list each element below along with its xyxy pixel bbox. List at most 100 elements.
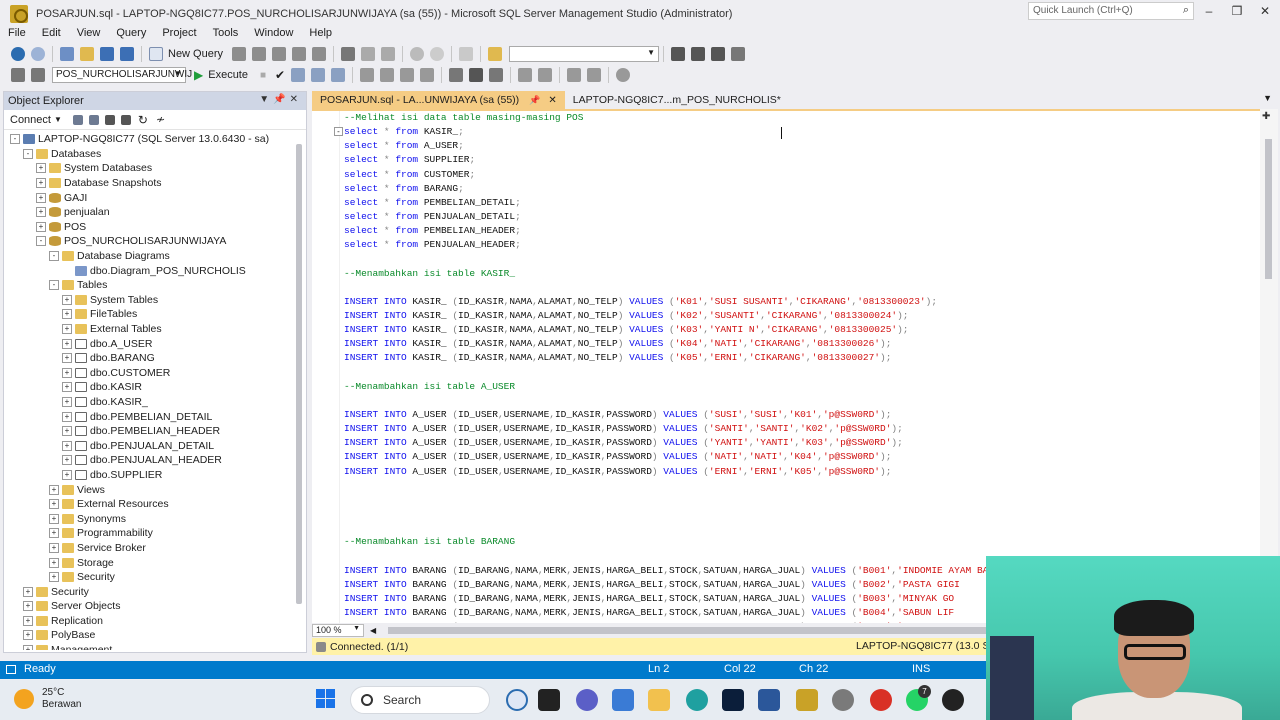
- code-line[interactable]: INSERT INTO A_USER (ID_USER,USERNAME,ID_…: [344, 436, 1199, 450]
- expand-icon[interactable]: +: [36, 192, 46, 203]
- expand-icon[interactable]: +: [62, 396, 72, 407]
- tree-node[interactable]: + Security: [4, 584, 306, 599]
- code-line[interactable]: select * from KASIR_;: [344, 125, 1199, 139]
- stop-square-icon[interactable]: [104, 114, 115, 125]
- undo-icon[interactable]: [410, 47, 425, 61]
- tree-node[interactable]: + dbo.PENJUALAN_HEADER: [4, 453, 306, 468]
- code-line[interactable]: INSERT INTO A_USER (ID_USER,USERNAME,ID_…: [344, 408, 1199, 422]
- expand-icon[interactable]: +: [62, 455, 72, 466]
- connect-dropdown[interactable]: Connect: [10, 114, 51, 126]
- tree-node[interactable]: + External Resources: [4, 497, 306, 512]
- tree-node[interactable]: + dbo.A_USER: [4, 336, 306, 351]
- code-line[interactable]: select * from CUSTOMER;: [344, 168, 1199, 182]
- back-icon[interactable]: [11, 47, 25, 61]
- code-line[interactable]: select * from PEMBELIAN_DETAIL;: [344, 196, 1199, 210]
- client-stats-icon[interactable]: [420, 68, 435, 82]
- paste-icon[interactable]: [381, 47, 396, 61]
- find-combo[interactable]: ▼: [509, 46, 660, 62]
- play-icon[interactable]: ▶: [194, 68, 203, 82]
- code-line[interactable]: select * from A_USER;: [344, 139, 1199, 153]
- code-line[interactable]: [344, 493, 1199, 507]
- tree-node[interactable]: + System Databases: [4, 161, 306, 176]
- expand-icon[interactable]: +: [62, 382, 72, 393]
- code-line[interactable]: --Menambahkan isi table BARANG: [344, 535, 1199, 549]
- code-line[interactable]: select * from PEMBELIAN_HEADER;: [344, 224, 1199, 238]
- code-line[interactable]: INSERT INTO KASIR_ (ID_KASIR,NAMA,ALAMAT…: [344, 337, 1199, 351]
- close-icon[interactable]: ✕: [548, 95, 556, 106]
- intellisense-icon[interactable]: [360, 68, 375, 82]
- xmla-query-icon[interactable]: [292, 47, 307, 61]
- quick-launch-input[interactable]: Quick Launch (Ctrl+Q) ⌕: [1028, 2, 1194, 20]
- expand-icon[interactable]: +: [49, 499, 59, 510]
- close-button[interactable]: ✕: [1252, 4, 1278, 22]
- tree-node[interactable]: + dbo.BARANG: [4, 351, 306, 366]
- code-line[interactable]: [344, 366, 1199, 380]
- activity-monitor-icon[interactable]: ≁: [156, 113, 165, 126]
- expand-icon[interactable]: +: [36, 207, 46, 218]
- tree-node[interactable]: + PolyBase: [4, 628, 306, 643]
- photoshop-icon[interactable]: [722, 689, 744, 711]
- tree-node[interactable]: - POS_NURCHOLISARJUNWIJAYA: [4, 234, 306, 249]
- cut-icon[interactable]: [341, 47, 356, 61]
- expand-icon[interactable]: +: [62, 367, 72, 378]
- expand-icon[interactable]: +: [36, 163, 46, 174]
- code-line[interactable]: INSERT INTO KASIR_ (ID_KASIR,NAMA,ALAMAT…: [344, 309, 1199, 323]
- code-line[interactable]: select * from PENJUALAN_DETAIL;: [344, 210, 1199, 224]
- expand-icon[interactable]: +: [62, 411, 72, 422]
- menu-project[interactable]: Project: [154, 26, 204, 44]
- code-line[interactable]: INSERT INTO KASIR_ (ID_KASIR,NAMA,ALAMAT…: [344, 351, 1199, 365]
- maximize-button[interactable]: ❒: [1224, 4, 1250, 22]
- tree-node[interactable]: + Storage: [4, 555, 306, 570]
- dmx-query-icon[interactable]: [272, 47, 287, 61]
- menu-tools[interactable]: Tools: [205, 26, 247, 44]
- teams-icon[interactable]: [576, 689, 598, 711]
- collapse-icon[interactable]: -: [23, 148, 33, 159]
- decrease-indent-icon[interactable]: [567, 68, 582, 82]
- code-line[interactable]: --Menambahkan isi table KASIR_: [344, 267, 1199, 281]
- tree-node[interactable]: + Replication: [4, 614, 306, 629]
- das-query-icon[interactable]: [312, 47, 327, 61]
- code-line[interactable]: --Melihat isi data table masing-masing P…: [344, 111, 1199, 125]
- forward-icon[interactable]: [31, 47, 45, 61]
- tree-node[interactable]: dbo.Diagram_POS_NURCHOLIS: [4, 263, 306, 278]
- tab-overflow-icon[interactable]: ▼: [1263, 93, 1272, 103]
- minimize-button[interactable]: –: [1196, 4, 1222, 22]
- code-line[interactable]: INSERT INTO KASIR_ (ID_KASIR,NAMA,ALAMAT…: [344, 323, 1199, 337]
- stop-icon[interactable]: ■: [260, 70, 266, 81]
- expand-icon[interactable]: +: [49, 484, 59, 495]
- new-query-icon[interactable]: [149, 47, 163, 61]
- wrench-icon[interactable]: [691, 47, 706, 61]
- code-line[interactable]: select * from SUPPLIER;: [344, 153, 1199, 167]
- scroll-left-icon[interactable]: ◀: [370, 626, 376, 635]
- expand-icon[interactable]: +: [23, 586, 33, 597]
- collapse-icon[interactable]: -: [49, 280, 59, 291]
- word-icon[interactable]: [758, 689, 780, 711]
- chevron-down-icon[interactable]: ▼: [54, 115, 62, 124]
- toolbox-icon[interactable]: [711, 47, 726, 61]
- tree-node[interactable]: + Programmability: [4, 526, 306, 541]
- redo-icon[interactable]: [430, 47, 445, 61]
- tab-posarjun-sql[interactable]: POSARJUN.sql - LA...UNWIJAYA (sa (55)) 📌…: [312, 91, 565, 109]
- tree-node[interactable]: + Server Objects: [4, 599, 306, 614]
- settings-icon[interactable]: [832, 689, 854, 711]
- code-line[interactable]: INSERT INTO A_USER (ID_USER,USERNAME,ID_…: [344, 450, 1199, 464]
- open-file-icon[interactable]: [80, 47, 94, 61]
- expand-icon[interactable]: +: [49, 542, 59, 553]
- tree-node[interactable]: - LAPTOP-NGQ8IC77 (SQL Server 13.0.6430 -…: [4, 132, 306, 147]
- change-connection-icon[interactable]: [31, 68, 45, 82]
- tree-node[interactable]: + Database Snapshots: [4, 176, 306, 191]
- tree-node[interactable]: + dbo.CUSTOMER: [4, 366, 306, 381]
- connect-plug-icon[interactable]: [72, 114, 83, 125]
- menu-view[interactable]: View: [69, 26, 109, 44]
- expand-icon[interactable]: +: [49, 528, 59, 539]
- tree-node[interactable]: + Security: [4, 570, 306, 585]
- code-line[interactable]: [344, 479, 1199, 493]
- expand-icon[interactable]: +: [49, 572, 59, 583]
- menu-query[interactable]: Query: [108, 26, 154, 44]
- properties-icon[interactable]: [671, 47, 686, 61]
- tree-node[interactable]: + FileTables: [4, 307, 306, 322]
- panel-window-controls[interactable]: ▼📌✕: [259, 94, 302, 105]
- uncomment-lines-icon[interactable]: [538, 68, 553, 82]
- display-plan-icon[interactable]: [291, 68, 306, 82]
- code-line[interactable]: INSERT INTO A_USER (ID_USER,USERNAME,ID_…: [344, 422, 1199, 436]
